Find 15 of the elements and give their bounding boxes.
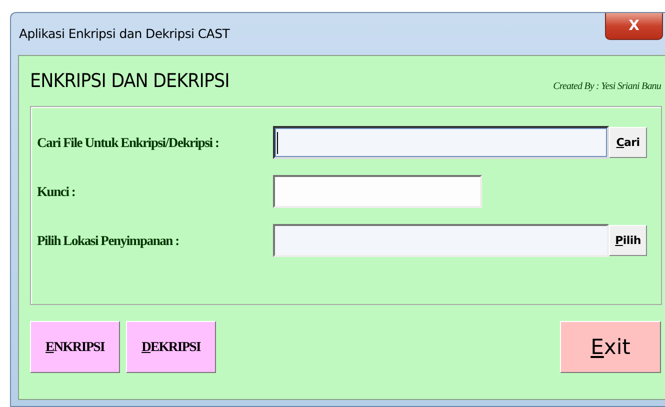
window-title: Aplikasi Enkripsi dan Dekripsi CAST [19,26,230,41]
action-button[interactable]: ENKRIPSI [30,321,120,373]
path-field[interactable] [273,126,609,159]
browse-button[interactable]: Pilih [609,225,647,256]
author-credit: Created By : Yesi Sriani Banu [553,81,661,92]
action-button[interactable]: DEKRIPSI [126,321,216,373]
key-field[interactable] [273,175,482,208]
close-button[interactable]: X [605,13,663,40]
browse-button[interactable]: Cari [609,127,647,158]
field-label: Cari File Untuk Enkripsi/Dekripsi : [37,134,220,150]
form-heading: ENKRIPSI DAN DEKRIPSI [30,70,230,92]
field-label: Pilih Lokasi Penyimpanan : [37,232,180,248]
path-field[interactable] [273,224,609,257]
field-label: Kunci : [37,184,76,200]
exit-button[interactable]: Exit [560,321,661,373]
